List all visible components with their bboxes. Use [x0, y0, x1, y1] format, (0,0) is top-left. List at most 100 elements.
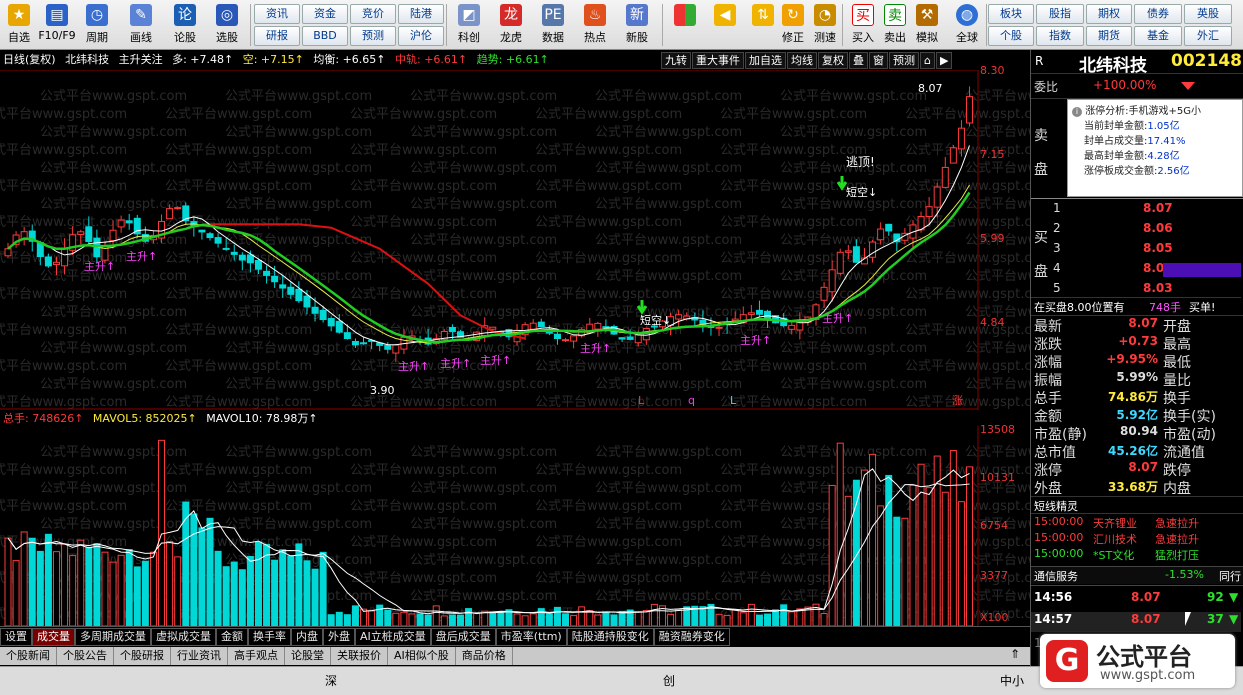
- btn-forecast[interactable]: 预测: [889, 52, 919, 69]
- news-tab-industry[interactable]: 行业资讯: [171, 647, 228, 665]
- toolbar-f10[interactable]: ▤ F10/F9: [38, 2, 76, 48]
- volume-bar: [12, 560, 20, 626]
- tab-waipan[interactable]: 外盘: [323, 628, 355, 646]
- btn-qiquan[interactable]: 期权: [1086, 4, 1132, 24]
- sector-tab[interactable]: 同行: [1219, 568, 1241, 584]
- tab-virtual-volume[interactable]: 虚拟成交量: [151, 628, 216, 646]
- volume-bar: [222, 566, 230, 626]
- sector-name[interactable]: 通信服务: [1034, 568, 1078, 584]
- toolbar-shuju[interactable]: PE 数据: [534, 2, 572, 48]
- btn-lugang[interactable]: 陆港: [398, 4, 444, 24]
- volume-bar: [602, 612, 610, 626]
- bid-row[interactable]: 4 8.04: [1031, 261, 1241, 279]
- tab-after-hours[interactable]: 盘后成交量: [430, 628, 496, 646]
- volume-chart[interactable]: 公式平台www.gspt.com 公式平台www.gspt.com 公式平台www.…: [0, 426, 1030, 626]
- toolbar-xuangu[interactable]: ◎ 选股: [208, 2, 246, 48]
- tab-turnover[interactable]: 换手率: [248, 628, 291, 646]
- watermark-text: 公式平台www.gspt.com: [965, 445, 1030, 460]
- news-tab-research[interactable]: 个股研报: [114, 647, 171, 665]
- watermark-text: 公式平台www.gspt.com: [535, 179, 682, 194]
- toolbar-back[interactable]: ◀: [706, 2, 744, 48]
- btn-bbd[interactable]: BBD: [302, 26, 348, 46]
- lock-icon[interactable]: ⌂: [920, 52, 935, 69]
- volume-bar: [893, 516, 901, 626]
- btn-guzhi[interactable]: 股指: [1036, 4, 1084, 24]
- volume-bar: [925, 487, 933, 626]
- btn-jijin[interactable]: 基金: [1134, 26, 1182, 46]
- btn-zijin[interactable]: 资金: [302, 4, 348, 24]
- news-tab-announcement[interactable]: 个股公告: [57, 647, 114, 665]
- toolbar-redian[interactable]: ♨ 热点: [576, 2, 614, 48]
- period-label[interactable]: 日线(复权): [0, 52, 59, 68]
- toolbar-global[interactable]: ◍ 全球: [948, 2, 986, 48]
- btn-add-watch[interactable]: 加自选: [745, 52, 786, 69]
- btn-overlay[interactable]: 叠: [849, 52, 868, 69]
- stat-value: 74.86万: [1108, 390, 1158, 404]
- sprite-title[interactable]: 短线精灵: [1034, 498, 1078, 514]
- news-tab-related[interactable]: 关联报价: [331, 647, 388, 665]
- watermark-text: 公式平台www.gspt.com: [40, 125, 187, 140]
- news-tab-commodity[interactable]: 商品价格: [456, 647, 513, 665]
- collapse-up-icon[interactable]: ⇑: [1000, 647, 1030, 665]
- toolbar-zhouqi[interactable]: ◷ 周期: [78, 2, 116, 48]
- bid-row[interactable]: 2 8.06: [1031, 221, 1241, 239]
- toolbar-lungu[interactable]: 论论股: [166, 2, 204, 48]
- btn-yuce[interactable]: 预测: [350, 26, 396, 46]
- btn-jingjia[interactable]: 竞价: [350, 4, 396, 24]
- btn-window[interactable]: 窗: [869, 52, 888, 69]
- tab-settings[interactable]: 设置: [0, 628, 32, 646]
- btn-fuquan[interactable]: 复权: [818, 52, 848, 69]
- news-tab-ai-similar[interactable]: AI相似个股: [388, 647, 456, 665]
- btn-major-events[interactable]: 重大事件: [692, 52, 744, 69]
- candle-body: [852, 246, 860, 263]
- indicator-name[interactable]: 主升关注: [116, 52, 166, 68]
- tab-amount[interactable]: 金额: [216, 628, 248, 646]
- btn-bankuai[interactable]: 板块: [988, 4, 1034, 24]
- sprite-row[interactable]: 15:00:00 *ST文化 猛烈打压: [1031, 547, 1241, 565]
- tab-multi-volume[interactable]: 多周期成交量: [75, 628, 151, 646]
- news-tab-expert[interactable]: 高手观点: [228, 647, 285, 665]
- tab-pe-ttm[interactable]: 市盈率(ttm): [495, 628, 567, 646]
- kline-chart[interactable]: 公式平台www.gspt.com 公式平台www.gspt.com 公式平台www.…: [0, 70, 1030, 410]
- news-tab-forum[interactable]: 论股堂: [285, 647, 331, 665]
- toolbar-moni[interactable]: ⚒ 模拟: [908, 2, 946, 48]
- status-chuang[interactable]: 创: [663, 672, 675, 689]
- toolbar-cesu[interactable]: ◔ 测速: [806, 2, 844, 48]
- tab-hk-connect[interactable]: 陆股通持股变化: [566, 628, 654, 646]
- btn-zhaiquan[interactable]: 债券: [1134, 4, 1182, 24]
- volume-bar: [36, 550, 44, 626]
- btn-gegu[interactable]: 个股: [988, 26, 1034, 46]
- btn-yanbao[interactable]: 研报: [254, 26, 300, 46]
- tab-neipan[interactable]: 内盘: [291, 628, 323, 646]
- news-tabs: 个股新闻 个股公告 个股研报 行业资讯 高手观点 论股堂 关联报价 AI相似个股 商品价格: [0, 647, 1030, 665]
- btn-ma[interactable]: 均线: [787, 52, 817, 69]
- btn-zhishu[interactable]: 指数: [1036, 26, 1084, 46]
- btn-qihuo[interactable]: 期货: [1086, 26, 1132, 46]
- toolbar-zixuan[interactable]: ★ 自选: [0, 2, 38, 48]
- toolbar-longhu[interactable]: 龙龙虎: [492, 2, 530, 48]
- tab-volume[interactable]: 成交量: [32, 628, 75, 646]
- toolbar-kechuang[interactable]: ◩ 科创: [450, 2, 488, 48]
- next-icon[interactable]: ▶: [935, 52, 953, 69]
- status-shen[interactable]: 深: [325, 672, 337, 689]
- bid-row[interactable]: 3 8.05: [1031, 241, 1241, 259]
- watermark-text: 公式平台www.gspt.com: [225, 377, 372, 392]
- tab-ai-volume[interactable]: AI立桩成交量: [355, 628, 431, 646]
- toolbar-xingu[interactable]: 新新股: [618, 2, 656, 48]
- bid-row[interactable]: 1 8.07: [1031, 201, 1241, 219]
- btn-hulun[interactable]: 沪伦: [398, 26, 444, 46]
- toolbar-grid[interactable]: [666, 2, 704, 48]
- watermark-text: 公式平台www.gspt.com: [410, 517, 557, 532]
- duankong-label-2: 短空↓: [640, 313, 671, 327]
- btn-yinggu[interactable]: 英股: [1184, 4, 1232, 24]
- volume-bar: [85, 546, 93, 626]
- green-down-arrow-icon: [836, 176, 848, 191]
- toolbar-huaxian[interactable]: ✎ 画线: [122, 2, 160, 48]
- btn-zixun[interactable]: 资讯: [254, 4, 300, 24]
- btn-jiuzhuan[interactable]: 九转: [661, 52, 691, 69]
- news-tab-stock-news[interactable]: 个股新闻: [0, 647, 57, 665]
- tab-margin[interactable]: 融资融券变化: [653, 628, 730, 646]
- status-zhongxiao[interactable]: 中小: [1000, 672, 1024, 689]
- stat-label-2: 量比: [1163, 373, 1191, 389]
- btn-waihui[interactable]: 外汇: [1184, 26, 1232, 46]
